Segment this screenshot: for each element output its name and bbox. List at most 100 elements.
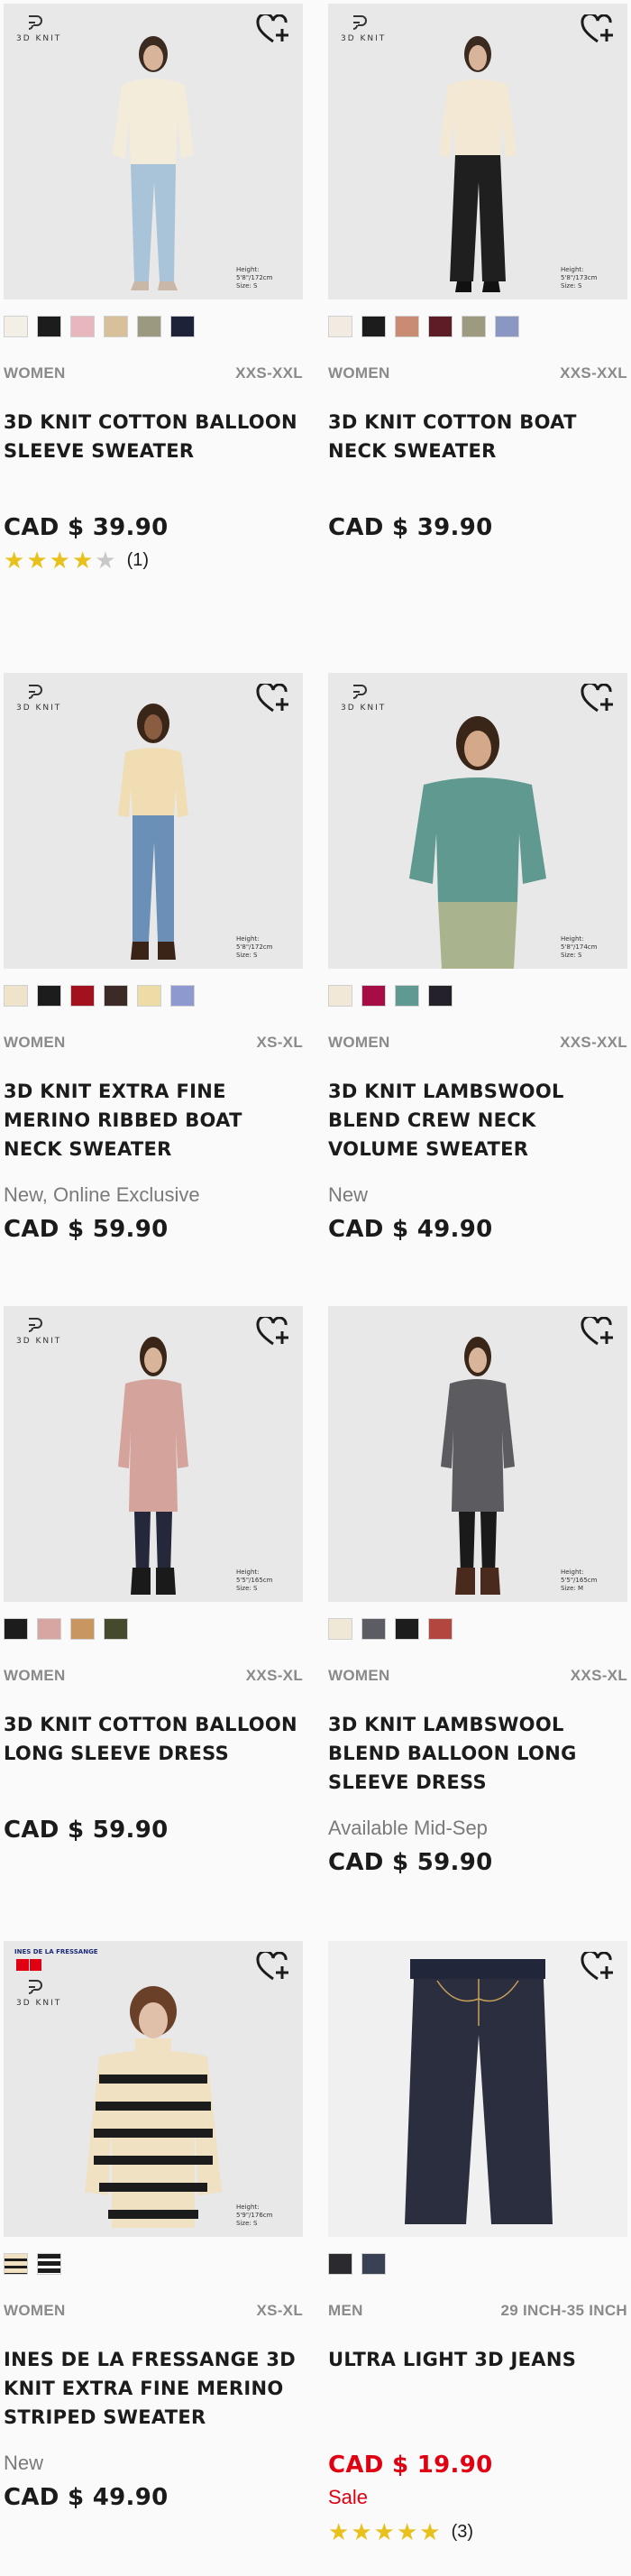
product-rating[interactable]: ★ ★ ★ ★ ★ (1) bbox=[4, 548, 149, 572]
color-swatch[interactable] bbox=[428, 316, 453, 337]
product-image[interactable]: INES DE LA FRESSANGE 3D KNIT Height: 5'9… bbox=[4, 1941, 303, 2237]
gender-label: MEN bbox=[328, 2302, 363, 2319]
color-swatch[interactable] bbox=[495, 316, 519, 337]
color-swatch[interactable] bbox=[361, 2253, 386, 2275]
color-swatch[interactable] bbox=[462, 316, 486, 337]
model-photo bbox=[85, 1986, 222, 2228]
color-swatch[interactable] bbox=[428, 1618, 453, 1640]
add-to-wishlist-icon[interactable] bbox=[256, 14, 290, 45]
review-count: (1) bbox=[126, 549, 150, 570]
model-photo bbox=[118, 704, 188, 960]
color-swatch[interactable] bbox=[328, 2253, 352, 2275]
color-swatch[interactable] bbox=[361, 316, 386, 337]
color-swatch[interactable] bbox=[37, 2253, 61, 2275]
gender-label: WOMEN bbox=[328, 1034, 390, 1051]
3d-knit-tag: 3D KNIT bbox=[16, 1999, 62, 2008]
product-rating[interactable]: ★ ★ ★ ★ ★ (3) bbox=[328, 2520, 473, 2544]
3d-knit-tag: 3D KNIT bbox=[16, 1337, 62, 1346]
product-flag: New, Online Exclusive bbox=[4, 1183, 200, 1206]
product-name[interactable]: 3D KNIT EXTRA FINE MERINO RIBBED BOAT NE… bbox=[4, 1077, 303, 1164]
color-swatch[interactable] bbox=[4, 316, 28, 337]
add-to-wishlist-icon[interactable] bbox=[256, 1952, 290, 1983]
product-card[interactable]: 3D KNIT Height: 5'8"/174cm Size: S WOMEN… bbox=[328, 673, 627, 1243]
star-filled-icon: ★ bbox=[396, 2518, 418, 2545]
product-meta: WOMEN XXS-XL bbox=[4, 1667, 303, 1685]
product-name[interactable]: INES DE LA FRESSANGE 3D KNIT EXTRA FINE … bbox=[4, 2345, 303, 2432]
product-price: CAD $ 49.90 bbox=[328, 1216, 493, 1243]
color-swatch[interactable] bbox=[428, 985, 453, 1007]
product-price: CAD $ 49.90 bbox=[4, 2484, 169, 2511]
product-flag: Available Mid-Sep bbox=[328, 1817, 488, 1839]
model-size-info: Height: 5'9"/176cm Size: S bbox=[236, 2203, 273, 2227]
model-photo bbox=[409, 716, 546, 969]
color-swatch[interactable] bbox=[170, 316, 195, 337]
star-filled-icon: ★ bbox=[71, 547, 94, 574]
color-swatch[interactable] bbox=[137, 985, 161, 1007]
product-image[interactable]: 3D KNIT Height: 5'5"/165cm Size: S bbox=[4, 1306, 303, 1602]
size-range: XS-XL bbox=[256, 1034, 303, 1051]
color-swatch[interactable] bbox=[70, 985, 95, 1007]
add-to-wishlist-icon[interactable] bbox=[256, 684, 290, 714]
color-swatch[interactable] bbox=[328, 985, 352, 1007]
add-to-wishlist-icon[interactable] bbox=[581, 1317, 615, 1348]
product-name[interactable]: ULTRA LIGHT 3D JEANS bbox=[328, 2345, 627, 2374]
star-filled-icon: ★ bbox=[26, 547, 48, 574]
color-swatch[interactable] bbox=[4, 2253, 28, 2275]
color-swatch[interactable] bbox=[37, 985, 61, 1007]
add-to-wishlist-icon[interactable] bbox=[581, 14, 615, 45]
add-to-wishlist-icon[interactable] bbox=[256, 1317, 290, 1348]
color-swatch[interactable] bbox=[137, 316, 161, 337]
product-card[interactable]: INES DE LA FRESSANGE 3D KNIT Height: 5'9… bbox=[4, 1941, 303, 2511]
color-swatch[interactable] bbox=[361, 985, 386, 1007]
gender-label: WOMEN bbox=[4, 2302, 66, 2319]
color-swatch[interactable] bbox=[70, 316, 95, 337]
color-swatch[interactable] bbox=[70, 1618, 95, 1640]
model-size-info: Height: 5'5"/165cm Size: S bbox=[236, 1569, 273, 1592]
star-filled-icon: ★ bbox=[373, 2518, 395, 2545]
product-name[interactable]: 3D KNIT COTTON BALLOON LONG SLEEVE DRESS bbox=[4, 1710, 303, 1768]
color-swatch[interactable] bbox=[37, 316, 61, 337]
color-swatch[interactable] bbox=[395, 985, 419, 1007]
model-photo bbox=[441, 1337, 515, 1595]
color-swatch[interactable] bbox=[104, 1618, 128, 1640]
color-swatch[interactable] bbox=[395, 1618, 419, 1640]
color-swatch[interactable] bbox=[170, 985, 195, 1007]
product-image[interactable]: 3D KNIT Height: 5'8"/174cm Size: S bbox=[328, 673, 627, 969]
product-card[interactable]: 3D KNIT Height: 5'8"/172cm Size: S WOMEN… bbox=[4, 4, 303, 572]
product-name[interactable]: 3D KNIT COTTON BALLOON SLEEVE SWEATER bbox=[4, 408, 303, 465]
product-name[interactable]: 3D KNIT LAMBSWOOL BLEND CREW NECK VOLUME… bbox=[328, 1077, 627, 1164]
product-image[interactable]: Height: 5'5"/165cm Size: M bbox=[328, 1306, 627, 1602]
color-swatch[interactable] bbox=[37, 1618, 61, 1640]
color-swatch[interactable] bbox=[395, 316, 419, 337]
star-empty-icon: ★ bbox=[95, 547, 116, 574]
color-swatch[interactable] bbox=[104, 316, 128, 337]
color-swatch[interactable] bbox=[4, 985, 28, 1007]
color-swatch[interactable] bbox=[328, 316, 352, 337]
product-card[interactable]: 3D KNIT Height: 5'5"/165cm Size: S WOMEN… bbox=[4, 1306, 303, 1844]
sale-price: CAD $ 19.90 bbox=[328, 2452, 493, 2479]
star-filled-icon: ★ bbox=[328, 2518, 350, 2545]
product-image[interactable] bbox=[328, 1941, 627, 2237]
product-card[interactable]: 3D KNIT Height: 5'8"/173cm Size: S WOMEN… bbox=[328, 4, 627, 541]
add-to-wishlist-icon[interactable] bbox=[581, 684, 615, 714]
product-image[interactable]: 3D KNIT Height: 5'8"/172cm Size: S bbox=[4, 4, 303, 299]
color-swatch[interactable] bbox=[361, 1618, 386, 1640]
size-range: XXS-XL bbox=[245, 1667, 303, 1684]
add-to-wishlist-icon[interactable] bbox=[581, 1952, 615, 1983]
product-meta: WOMEN XXS-XXL bbox=[328, 364, 627, 382]
product-card[interactable]: Height: 5'5"/165cm Size: M WOMEN XXS-XL … bbox=[328, 1306, 627, 1876]
color-swatch[interactable] bbox=[328, 1618, 352, 1640]
product-name[interactable]: 3D KNIT COTTON BOAT NECK SWEATER bbox=[328, 408, 627, 465]
product-name[interactable]: 3D KNIT LAMBSWOOL BLEND BALLOON LONG SLE… bbox=[328, 1710, 627, 1797]
3d-knit-tag: 3D KNIT bbox=[16, 34, 62, 43]
product-card[interactable]: MEN 29 INCH-35 INCH ULTRA LIGHT 3D JEANS… bbox=[328, 1941, 627, 2544]
product-image[interactable]: 3D KNIT Height: 5'8"/172cm Size: S bbox=[4, 673, 303, 969]
color-swatch[interactable] bbox=[4, 1618, 28, 1640]
product-price: CAD $ 39.90 bbox=[4, 514, 169, 541]
color-swatch[interactable] bbox=[104, 985, 128, 1007]
model-size-info: Height: 5'8"/172cm Size: S bbox=[236, 935, 273, 959]
3d-knit-tag: 3D KNIT bbox=[341, 704, 387, 713]
color-swatches bbox=[4, 1618, 128, 1643]
product-image[interactable]: 3D KNIT Height: 5'8"/173cm Size: S bbox=[328, 4, 627, 299]
product-card[interactable]: 3D KNIT Height: 5'8"/172cm Size: S WOMEN… bbox=[4, 673, 303, 1243]
